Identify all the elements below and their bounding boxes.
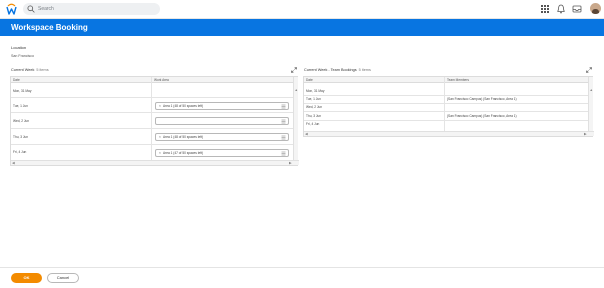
- table-row: Fri, 4 Jun: [304, 121, 588, 129]
- row-date: Thu, 3 Jun: [13, 135, 29, 139]
- table-row: Thu, 3 Jun × Area 1 (48 of 50 spaces lef…: [11, 129, 293, 145]
- remove-icon[interactable]: ×: [159, 135, 161, 140]
- list-icon[interactable]: [281, 135, 286, 140]
- ok-button[interactable]: OK: [11, 273, 42, 283]
- avatar[interactable]: [590, 3, 601, 14]
- bell-icon[interactable]: [556, 4, 566, 14]
- footer-bar: OK Cancel: [0, 267, 604, 288]
- row-team-members: (San Francisco Campus) (San Francisco, A…: [447, 97, 517, 101]
- scroll-left-arrow[interactable]: ◀: [305, 132, 308, 136]
- horizontal-scrollbar[interactable]: ◀ ▶: [304, 131, 594, 136]
- row-date: Tue, 1 Jun: [13, 104, 28, 108]
- team-bookings-table: Date Team Members Mon, 31 May Tue, 1 Jun…: [303, 76, 594, 137]
- scroll-right-arrow[interactable]: ▶: [584, 132, 587, 136]
- table-row: Wed, 2 Jun: [304, 104, 588, 112]
- work-area-value: Area 1 (48 of 50 spaces left): [163, 135, 204, 139]
- row-date: Fri, 4 Jun: [13, 150, 27, 154]
- table-row: Tue, 1 Jun (San Francisco Campus) (San F…: [304, 96, 588, 104]
- table-row: Wed, 2 Jun: [11, 113, 293, 129]
- row-date: Mon, 31 May: [13, 89, 32, 93]
- list-icon[interactable]: [281, 104, 286, 109]
- work-area-value: Area 1 (47 of 50 spaces left): [163, 151, 204, 155]
- row-date: Fri, 4 Jun: [306, 122, 320, 126]
- search-input[interactable]: Search: [23, 3, 160, 15]
- inbox-icon[interactable]: [572, 4, 582, 14]
- scroll-left-arrow[interactable]: ◀: [12, 161, 15, 165]
- work-area-select[interactable]: × Area 1 (47 of 50 spaces left): [155, 149, 289, 157]
- list-icon[interactable]: [281, 119, 286, 124]
- column-header-work-area: Work Area: [154, 78, 169, 82]
- search-icon: [27, 5, 35, 13]
- horizontal-scrollbar[interactable]: ◀ ▶: [11, 160, 299, 165]
- current-week-title-text: Current Week: [11, 68, 35, 72]
- location-label: Location: [11, 45, 27, 50]
- current-week-table: Date Work Area Mon, 31 May Tue, 1 Jun × …: [10, 76, 299, 166]
- remove-icon[interactable]: ×: [159, 104, 161, 109]
- vertical-scrollbar[interactable]: ▲: [588, 77, 593, 132]
- table-row: Mon, 31 May: [304, 84, 588, 96]
- scroll-right-arrow[interactable]: ▶: [289, 161, 292, 165]
- table-row: Tue, 1 Jun × Area 1 (48 of 50 spaces lef…: [11, 98, 293, 113]
- expand-icon[interactable]: [586, 67, 592, 73]
- row-date: Thu, 3 Jun: [306, 114, 322, 118]
- expand-icon[interactable]: [291, 67, 297, 73]
- table-row: Thu, 3 Jun (San Francisco Campus) (San F…: [304, 112, 588, 121]
- work-area-select[interactable]: [155, 117, 289, 125]
- column-header-date: Date: [306, 78, 313, 82]
- remove-icon[interactable]: ×: [159, 151, 161, 156]
- work-area-value: Area 1 (48 of 50 spaces left): [163, 104, 204, 108]
- scroll-up-arrow[interactable]: ▲: [590, 88, 593, 92]
- page-header: Workspace Booking: [0, 19, 604, 36]
- current-week-title: Current Week 5 items: [11, 68, 49, 73]
- column-header-team-members: Team Members: [447, 78, 469, 82]
- table-row: Fri, 4 Jun × Area 1 (47 of 50 spaces lef…: [11, 145, 293, 161]
- scroll-up-arrow[interactable]: ▲: [295, 88, 298, 92]
- work-area-select[interactable]: × Area 1 (48 of 50 spaces left): [155, 133, 289, 141]
- vertical-scrollbar[interactable]: ▲: [293, 77, 298, 161]
- team-bookings-title: Current Week - Team Bookings 5 items: [304, 68, 371, 73]
- team-bookings-title-text: Current Week - Team Bookings: [304, 68, 357, 72]
- top-bar: Search: [0, 0, 604, 19]
- table-row: Mon, 31 May: [11, 84, 293, 98]
- cancel-button[interactable]: Cancel: [47, 273, 79, 283]
- table-header: Date Work Area: [11, 77, 293, 83]
- location-value: San Francisco: [11, 54, 34, 58]
- column-header-date: Date: [13, 78, 20, 82]
- page-title: Workspace Booking: [11, 23, 88, 32]
- workday-logo-icon[interactable]: [6, 3, 17, 16]
- row-date: Wed, 2 Jun: [13, 119, 30, 123]
- team-bookings-count: 5 items: [358, 68, 371, 72]
- row-date: Tue, 1 Jun: [306, 97, 321, 101]
- row-date: Mon, 31 May: [306, 89, 325, 93]
- grid-icon[interactable]: [540, 4, 550, 14]
- search-placeholder: Search: [38, 6, 54, 12]
- current-week-count: 5 items: [36, 68, 49, 72]
- work-area-select[interactable]: × Area 1 (48 of 50 spaces left): [155, 102, 289, 110]
- table-header: Date Team Members: [304, 77, 588, 83]
- row-date: Wed, 2 Jun: [306, 105, 323, 109]
- list-icon[interactable]: [281, 151, 286, 156]
- row-team-members: (San Francisco Campus) (San Francisco, A…: [447, 114, 517, 118]
